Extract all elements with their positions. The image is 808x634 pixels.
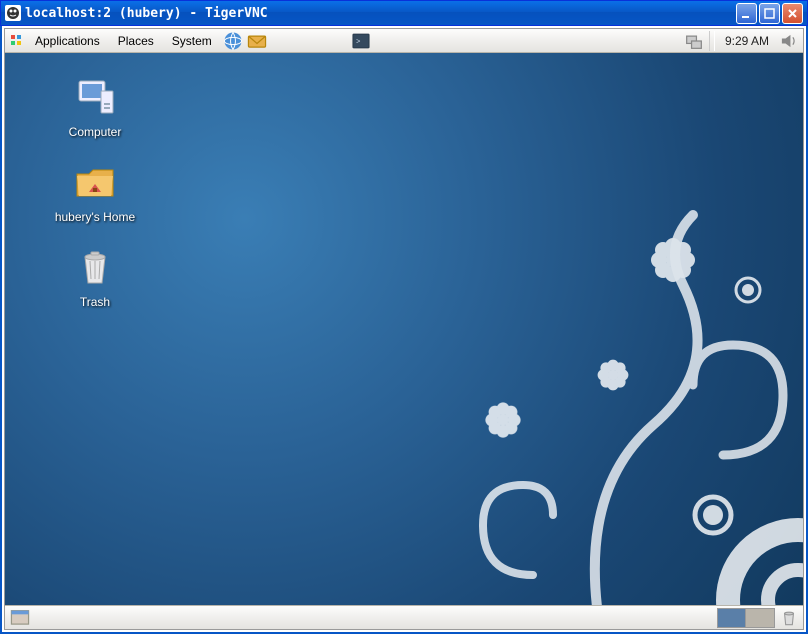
terminal-launcher-icon[interactable]: > <box>350 30 372 52</box>
home-folder-icon <box>71 158 119 206</box>
tigervnc-icon <box>5 5 21 21</box>
close-button[interactable] <box>782 3 803 24</box>
places-menu-label: Places <box>118 34 154 48</box>
trash-icon <box>71 243 119 291</box>
volume-tray-icon[interactable] <box>777 30 799 52</box>
workspace-switcher[interactable] <box>717 608 775 628</box>
trash-label: Trash <box>80 295 110 309</box>
remote-desktop: Applications Places System > 9:29 AM <box>4 28 804 630</box>
maximize-button[interactable] <box>759 3 780 24</box>
wallpaper-decoration <box>343 145 803 605</box>
show-desktop-button[interactable] <box>9 607 31 629</box>
gnome-top-panel: Applications Places System > 9:29 AM <box>5 29 803 53</box>
panel-trash-applet[interactable] <box>779 608 799 628</box>
system-menu[interactable]: System <box>164 32 220 50</box>
workspace-1[interactable] <box>718 609 746 627</box>
window-title: localhost:2 (hubery) - TigerVNC <box>25 6 736 21</box>
workspace-2[interactable] <box>746 609 774 627</box>
applications-menu[interactable]: Applications <box>27 32 108 50</box>
places-menu[interactable]: Places <box>110 32 162 50</box>
minimize-button[interactable] <box>736 3 757 24</box>
desktop-area[interactable]: Computer hubery's Home Trash <box>5 53 803 605</box>
computer-icon <box>71 73 119 121</box>
window-controls <box>736 3 803 24</box>
browser-launcher-icon[interactable] <box>222 30 244 52</box>
home-label: hubery's Home <box>55 210 135 224</box>
system-menu-label: System <box>172 34 212 48</box>
desktop-icon-home[interactable]: hubery's Home <box>45 158 145 224</box>
panel-separator <box>709 31 715 51</box>
panel-spacer: > <box>270 30 681 52</box>
network-tray-icon[interactable] <box>683 30 705 52</box>
computer-label: Computer <box>69 125 122 139</box>
vnc-frame: Applications Places System > 9:29 AM <box>0 26 808 634</box>
svg-text:>: > <box>356 36 360 45</box>
panel-clock[interactable]: 9:29 AM <box>719 34 775 48</box>
desktop-icon-trash[interactable]: Trash <box>45 243 145 309</box>
desktop-icon-computer[interactable]: Computer <box>45 73 145 139</box>
gnome-bottom-panel <box>5 605 803 629</box>
applications-menu-label: Applications <box>35 34 100 48</box>
email-launcher-icon[interactable] <box>246 30 268 52</box>
window-titlebar[interactable]: localhost:2 (hubery) - TigerVNC <box>0 0 808 26</box>
gnome-foot-icon <box>9 33 25 49</box>
